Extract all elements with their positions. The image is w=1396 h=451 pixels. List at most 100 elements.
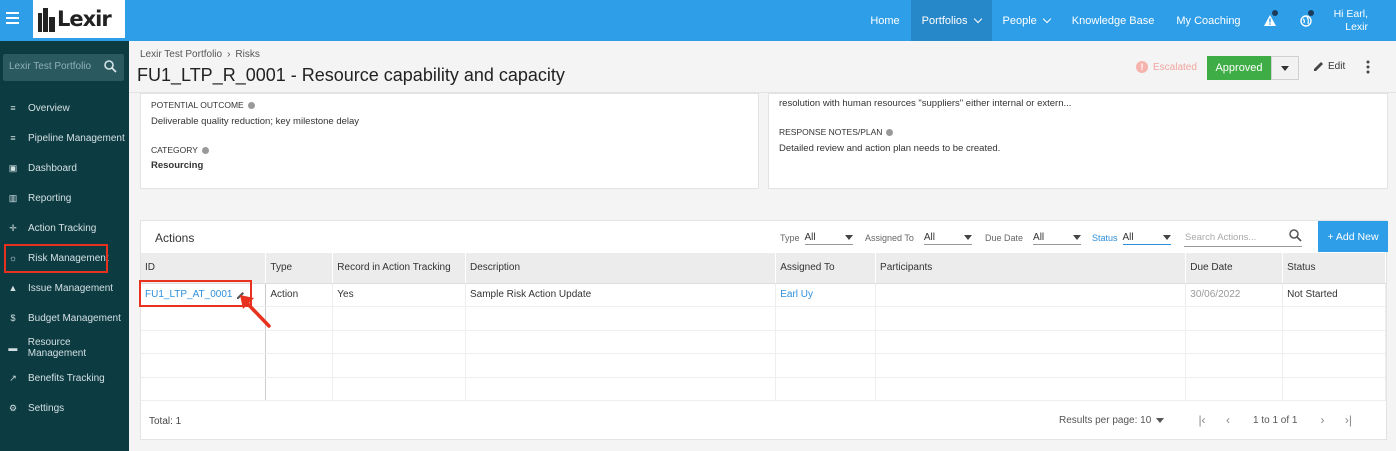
nav-knowledge-base-label: Knowledge Base: [1071, 14, 1155, 27]
status-filter-label: Status: [1092, 233, 1118, 243]
due-date-filter-label: Due Date: [985, 233, 1024, 243]
warning-icon: ▲: [8, 283, 18, 293]
status-filter-select[interactable]: All: [1122, 231, 1171, 245]
list-icon: ≡: [10, 103, 16, 113]
sidebar-item-action-tracking[interactable]: ✛ Action Tracking: [0, 213, 129, 243]
breadcrumb: Lexir Test Portfolio › Risks: [140, 49, 260, 60]
pencil-icon: [1314, 62, 1323, 71]
nav-people[interactable]: People: [992, 0, 1061, 41]
table-row[interactable]: FU1_LTP_AT_0001 Action Yes Sample Risk A…: [141, 283, 1386, 307]
column-header-type[interactable]: Type: [265, 253, 334, 284]
nav-knowledge-base[interactable]: Knowledge Base: [1061, 0, 1166, 41]
column-header-participants[interactable]: Participants: [875, 253, 1187, 284]
total-count: Total: 1: [149, 416, 182, 427]
status-button[interactable]: Approved: [1207, 56, 1299, 80]
first-page-icon[interactable]: |‹: [1189, 413, 1215, 427]
assignee-link[interactable]: Earl Uy: [780, 289, 813, 300]
sidebar-item-resource-management[interactable]: ▬ Resource Management: [0, 333, 129, 363]
notifications-button[interactable]: [1252, 0, 1288, 41]
status-filter[interactable]: Status All: [1092, 231, 1171, 245]
nav-my-coaching[interactable]: My Coaching: [1165, 0, 1251, 41]
nav-my-coaching-label: My Coaching: [1176, 14, 1241, 27]
response-notes-value: Detailed review and action plan needs to…: [779, 143, 1001, 154]
actions-title: Actions: [155, 231, 195, 245]
column-header-status[interactable]: Status: [1282, 253, 1386, 284]
prev-page-icon[interactable]: ‹: [1215, 413, 1241, 427]
status-dropdown-toggle[interactable]: [1271, 56, 1299, 80]
sidebar-item-budget-management[interactable]: $ Budget Management: [0, 303, 129, 333]
add-new-button[interactable]: + Add New: [1318, 221, 1388, 252]
nav-people-label: People: [1002, 14, 1037, 27]
pointer-arrow-icon: [240, 295, 271, 328]
column-header-id[interactable]: ID: [141, 253, 267, 284]
search-icon[interactable]: [104, 60, 117, 73]
more-options-icon[interactable]: [1366, 60, 1370, 74]
assigned-to-filter[interactable]: Assigned To All: [865, 231, 972, 245]
list-icon: ≡: [10, 133, 16, 143]
breadcrumb-portfolio[interactable]: Lexir Test Portfolio: [140, 49, 222, 60]
warning-icon: [1263, 15, 1276, 26]
escalated-toggle[interactable]: ! Escalated: [1136, 61, 1197, 73]
empty-row: [141, 353, 1386, 378]
sidebar-item-dashboard[interactable]: ▣ Dashboard: [0, 153, 129, 183]
crosshair-icon: ✛: [9, 222, 17, 233]
sidebar-item-overview[interactable]: ≡ Overview: [0, 93, 129, 123]
due-date-filter[interactable]: Due Date All: [985, 231, 1082, 245]
nav-portfolios[interactable]: Portfolios: [910, 0, 992, 41]
search-icon[interactable]: [1289, 229, 1302, 242]
response-cut-text: resolution with human resources "supplie…: [779, 98, 1072, 109]
empty-row: [141, 377, 1386, 401]
dashboard-icon: ▣: [8, 162, 18, 173]
sidebar-item-settings[interactable]: ⚙ Settings: [0, 393, 129, 423]
column-header-description[interactable]: Description: [465, 253, 777, 284]
edit-label: Edit: [1328, 61, 1346, 72]
line-chart-icon: ↗: [9, 372, 17, 383]
page-header: Lexir Test Portfolio › Risks FU1_LTP_R_000…: [129, 41, 1396, 93]
column-header-assigned-to[interactable]: Assigned To: [775, 253, 877, 284]
gear-icon: ⚙: [8, 402, 18, 413]
nav-home[interactable]: Home: [859, 0, 910, 41]
user-greeting: Hi Earl,: [1333, 7, 1368, 20]
cell-status: Not Started: [1282, 283, 1386, 307]
logo[interactable]: Lexir: [33, 0, 125, 38]
type-filter[interactable]: Type All: [780, 231, 853, 245]
edit-button[interactable]: Edit: [1313, 61, 1345, 72]
sidebar: Lexir Test Portfolio ≡ Overview ≡ Pipeline…: [0, 41, 129, 451]
sidebar-item-label: Issue Management: [28, 282, 114, 294]
sidebar-item-benefits-tracking[interactable]: ↗ Benefits Tracking: [0, 363, 129, 393]
portfolio-search-input[interactable]: Lexir Test Portfolio: [3, 54, 124, 81]
sidebar-item-label: Resource Management: [27, 337, 87, 359]
potential-outcome-label-text: POTENTIAL OUTCOME: [151, 100, 244, 110]
main-nav: Home Portfolios People Knowledge Base My…: [859, 0, 1396, 41]
type-filter-select[interactable]: All: [804, 231, 853, 245]
results-per-page-select[interactable]: Results per page: 10: [1059, 415, 1165, 426]
sidebar-item-issue-management[interactable]: ▲ Issue Management: [0, 273, 129, 303]
info-icon[interactable]: [201, 146, 209, 154]
search-actions-input[interactable]: Search Actions...: [1184, 227, 1302, 247]
sidebar-item-label: Action Tracking: [28, 222, 97, 234]
assigned-to-filter-label: Assigned To: [865, 233, 914, 243]
last-page-icon[interactable]: ›|: [1335, 413, 1361, 427]
info-icon[interactable]: [886, 128, 894, 136]
column-header-record[interactable]: Record in Action Tracking: [332, 253, 466, 284]
next-page-icon[interactable]: ›: [1309, 413, 1335, 427]
globe-button[interactable]: [1288, 0, 1324, 41]
breadcrumb-risks[interactable]: Risks: [235, 49, 259, 60]
assigned-to-filter-select[interactable]: All: [923, 231, 972, 245]
nav-portfolios-label: Portfolios: [921, 14, 968, 27]
info-icon[interactable]: [247, 101, 255, 109]
due-date-filter-value: All: [1033, 232, 1045, 243]
cell-record: Yes: [332, 283, 466, 307]
type-filter-value: All: [804, 232, 816, 243]
column-header-due-date[interactable]: Due Date: [1185, 253, 1284, 284]
user-menu[interactable]: Hi Earl, Lexir: [1324, 8, 1396, 34]
sidebar-item-label: Dashboard: [28, 162, 77, 174]
due-date-filter-select[interactable]: All: [1033, 231, 1082, 245]
menu-icon[interactable]: [6, 12, 19, 26]
cell-due-date: 30/06/2022: [1185, 283, 1284, 307]
sidebar-item-pipeline-management[interactable]: ≡ Pipeline Management: [0, 123, 129, 153]
cell-assigned-to: Earl Uy: [775, 283, 877, 307]
page-title: FU1_LTP_R_0001 - Resource capability and…: [137, 65, 565, 85]
sidebar-item-reporting[interactable]: ▥ Reporting: [0, 183, 129, 213]
caret-down-icon: [1073, 235, 1082, 240]
